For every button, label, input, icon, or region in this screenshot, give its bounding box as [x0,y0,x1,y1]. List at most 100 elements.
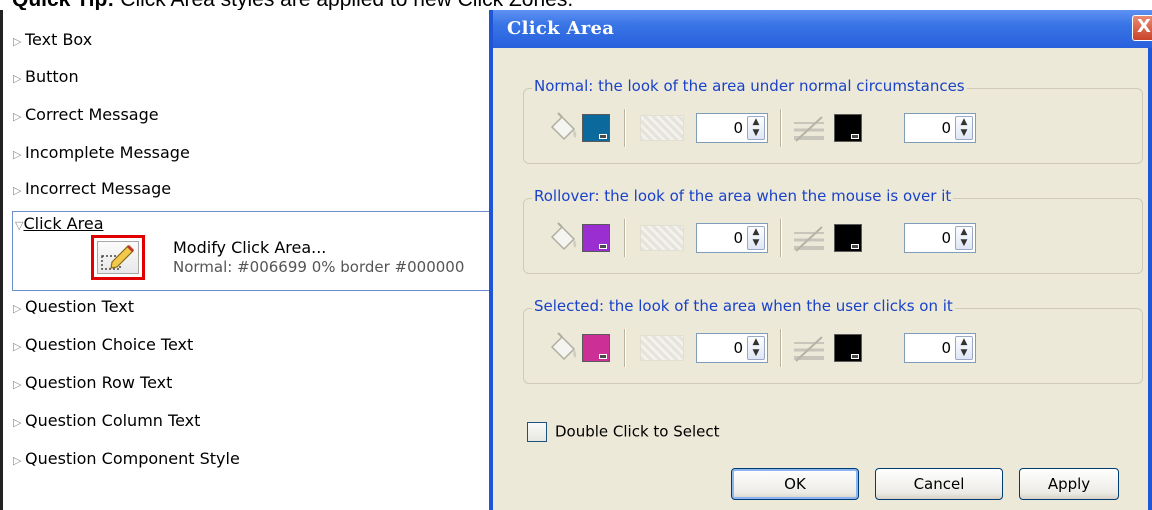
opacity-value: 0 [733,339,743,357]
separator [624,109,626,147]
border-style-icon [792,113,826,143]
normal-style-group: Normal: the look of the area under norma… [523,77,1144,164]
tree-item-incorrect-message[interactable]: ▷ Incorrect Message [13,177,171,201]
cancel-button[interactable]: Cancel [875,468,1003,500]
style-tree-panel: ▷ Text Box ▷ Button ▷ Correct Message ▷ Inco… [0,10,493,510]
tree-item-question-choice-text[interactable]: ▷ Question Choice Text [13,333,193,357]
fill-color-swatch[interactable] [582,224,610,252]
apply-button[interactable]: Apply [1019,468,1119,500]
spin-arrows-icon[interactable]: ▲ ▼ [955,116,973,140]
opacity-spinner[interactable]: 0 ▲ ▼ [696,223,768,253]
dropdown-arrow-icon [599,354,607,359]
spin-arrows-icon[interactable]: ▲ ▼ [747,116,765,140]
opacity-spinner[interactable]: 0 ▲ ▼ [696,333,768,363]
style-controls: 0 ▲ ▼ 0 ▲ ▼ [524,109,1144,147]
opacity-icon [640,115,684,141]
fill-color-swatch[interactable] [582,114,610,142]
border-style-icon [792,333,826,363]
tree-item-label: Incomplete Message [25,143,190,162]
double-click-option[interactable]: Double Click to Select [527,422,720,444]
collapsed-arrow-icon: ▷ [13,72,22,85]
modify-click-area-button[interactable] [91,235,145,280]
border-color-swatch[interactable] [834,224,862,252]
collapsed-arrow-icon: ▷ [13,110,22,123]
double-click-checkbox[interactable] [527,422,547,442]
tree-item-question-component-style[interactable]: ▷ Question Component Style [13,447,240,471]
border-width-value: 0 [941,339,951,357]
tree-item-label: Question Text [25,297,135,316]
spin-arrows-icon[interactable]: ▲ ▼ [747,226,765,250]
dialog-titlebar[interactable]: Click Area X [493,10,1152,48]
opacity-icon [640,225,684,251]
selected-style-group: Selected: the look of the area when the … [523,297,1144,384]
collapsed-arrow-icon: ▷ [13,35,22,48]
collapsed-arrow-icon: ▷ [13,184,22,197]
group-legend: Rollover: the look of the area when the … [532,187,954,205]
ok-button[interactable]: OK [731,468,859,500]
collapsed-arrow-icon: ▷ [13,148,22,161]
border-color-swatch[interactable] [834,334,862,362]
collapsed-arrow-icon: ▷ [13,340,22,353]
border-width-spinner[interactable]: 0 ▲ ▼ [904,113,976,143]
separator [624,329,626,367]
border-width-value: 0 [941,119,951,137]
separator [780,219,782,257]
tree-item-button[interactable]: ▷ Button [13,65,79,89]
tree-item-incomplete-message[interactable]: ▷ Incomplete Message [13,141,190,165]
tree-item-label: Button [25,67,79,86]
separator [780,109,782,147]
border-color-swatch[interactable] [834,114,862,142]
paint-bucket-icon [546,221,580,255]
dropdown-arrow-icon [851,134,859,139]
tree-item-question-text[interactable]: ▷ Question Text [13,295,134,319]
fill-color-swatch[interactable] [582,334,610,362]
tree-item-text-box[interactable]: ▷ Text Box [13,28,92,52]
border-width-spinner[interactable]: 0 ▲ ▼ [904,333,976,363]
tree-item-question-row-text[interactable]: ▷ Question Row Text [13,371,172,395]
group-legend: Selected: the look of the area when the … [532,297,955,315]
modify-click-area-title: Modify Click Area... [173,238,327,257]
collapsed-arrow-icon: ▷ [13,302,22,315]
opacity-spinner[interactable]: 0 ▲ ▼ [696,113,768,143]
opacity-icon [640,335,684,361]
close-button[interactable]: X [1132,15,1152,41]
close-icon: X [1137,16,1151,37]
spin-arrows-icon[interactable]: ▲ ▼ [955,226,973,250]
rollover-style-group: Rollover: the look of the area when the … [523,187,1144,274]
click-area-dialog: Click Area X Normal: the look of the are… [489,10,1152,510]
edit-pencil-icon [97,241,139,274]
tree-item-correct-message[interactable]: ▷ Correct Message [13,103,159,127]
tree-item-label: Question Column Text [25,411,201,430]
opacity-value: 0 [733,119,743,137]
click-area-style-summary: Normal: #006699 0% border #000000 [173,258,465,276]
tree-item-label: Question Component Style [25,449,240,468]
style-controls: 0 ▲ ▼ 0 ▲ ▼ [524,219,1144,257]
dropdown-arrow-icon [851,244,859,249]
tree-item-label: Question Row Text [25,373,173,392]
tree-item-click-area-expanded[interactable]: ▽Click Area Modify Click Area... Normal:… [12,211,493,291]
border-style-icon [792,223,826,253]
double-click-label: Double Click to Select [555,422,720,441]
tree-item-label: Question Choice Text [25,335,194,354]
tree-item-label: Incorrect Message [25,179,172,198]
separator [624,219,626,257]
dropdown-arrow-icon [599,134,607,139]
dropdown-arrow-icon [851,354,859,359]
tree-item-click-area[interactable]: ▽Click Area [15,214,104,236]
collapsed-arrow-icon: ▷ [13,454,22,467]
paint-bucket-icon [546,111,580,145]
dialog-body: Normal: the look of the area under norma… [493,48,1152,510]
border-width-spinner[interactable]: 0 ▲ ▼ [904,223,976,253]
group-legend: Normal: the look of the area under norma… [532,77,967,95]
tree-item-label: Correct Message [25,105,159,124]
tree-item-question-column-text[interactable]: ▷ Question Column Text [13,409,200,433]
spin-arrows-icon[interactable]: ▲ ▼ [747,336,765,360]
collapsed-arrow-icon: ▷ [13,378,22,391]
spin-arrows-icon[interactable]: ▲ ▼ [955,336,973,360]
tree-item-label: Click Area [23,214,104,233]
tree-item-label: Text Box [25,30,93,49]
border-width-value: 0 [941,229,951,247]
opacity-value: 0 [733,229,743,247]
style-controls: 0 ▲ ▼ 0 ▲ ▼ [524,329,1144,367]
dialog-title: Click Area [507,18,615,39]
